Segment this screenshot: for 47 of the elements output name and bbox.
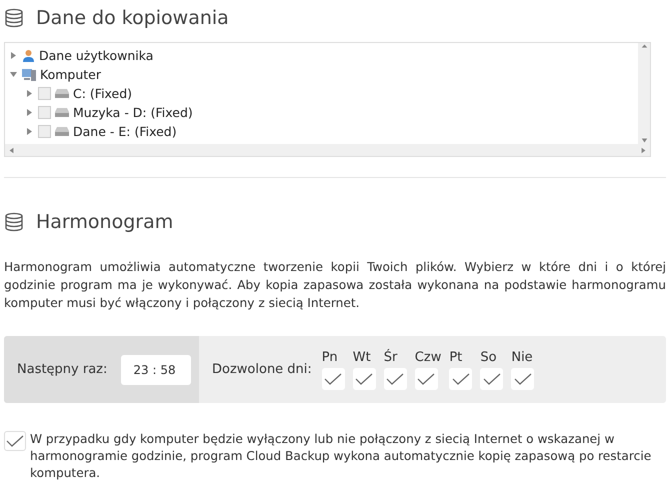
drive-icon [55,127,69,136]
database-icon [4,8,24,28]
expand-arrow-icon[interactable] [25,108,34,117]
drive-icon [55,108,69,117]
day-checkbox[interactable] [322,368,345,390]
next-run-label: Następny raz: [17,362,108,377]
time-field[interactable]: 23 : 58 [121,354,192,384]
expand-arrow-icon[interactable] [25,89,34,98]
tree-item[interactable]: C: (Fixed) [73,86,132,101]
horizontal-scrollbar[interactable] [5,144,650,156]
section-title: Harmonogram [36,211,174,233]
catch-up-checkbox[interactable] [4,431,26,451]
allowed-days-label: Dozwolone dni: [212,362,312,377]
day-label: Pn [322,350,338,364]
tree-item[interactable]: Dane użytkownika [39,48,154,63]
vertical-scrollbar[interactable] [638,43,650,144]
day-label: Wt [352,350,371,364]
day-label: Czw [414,350,442,364]
day-label: Nie [511,350,533,364]
catch-up-text: W przypadku gdy komputer będzie wyłączony lub nie połączony z siecią Internet o wskazanej w harmonogramie godzinie, program Cloud Backup wykona automatycznie kopię zapasową po restarcie komputera. [30,431,652,482]
section-title: Dane do kopiowania [36,7,229,29]
description-text: Harmonogram umożliwia automatyczne tworzenie kopii Twoich plików. Wybierz w które dni i o której godzinie program ma je wykonywać. Aby kopia zapasowa została wykonana na podstawie harmonogramu komputer musi być włączony i połączony z siecią Internet. [4,259,666,312]
expand-arrow-icon[interactable] [9,51,18,60]
checkbox[interactable] [38,87,51,100]
scroll-up-icon[interactable] [640,43,648,50]
tree-item[interactable]: Dane - E: (Fixed) [73,124,177,139]
user-icon [22,49,35,62]
day-checkbox[interactable] [449,368,472,390]
day-checkbox[interactable] [414,368,438,390]
checkbox[interactable] [38,106,51,119]
drive-icon [55,89,69,98]
scroll-left-icon[interactable] [8,146,15,154]
tree-item[interactable]: Muzyka - D: (Fixed) [73,105,193,120]
database-icon [4,212,24,232]
day-checkbox[interactable] [511,368,534,390]
day-label: Pt [449,350,462,364]
day-checkbox[interactable] [352,368,376,390]
day-checkbox[interactable] [480,368,504,390]
collapse-arrow-icon[interactable] [9,70,18,79]
scroll-right-icon[interactable] [640,146,647,154]
checkbox[interactable] [38,125,51,138]
expand-arrow-icon[interactable] [25,127,34,136]
tree-item[interactable]: Komputer [40,67,101,82]
day-label: Śr [384,350,398,364]
computer-icon [22,68,36,81]
day-checkbox[interactable] [384,368,407,390]
day-label: So [480,350,497,364]
